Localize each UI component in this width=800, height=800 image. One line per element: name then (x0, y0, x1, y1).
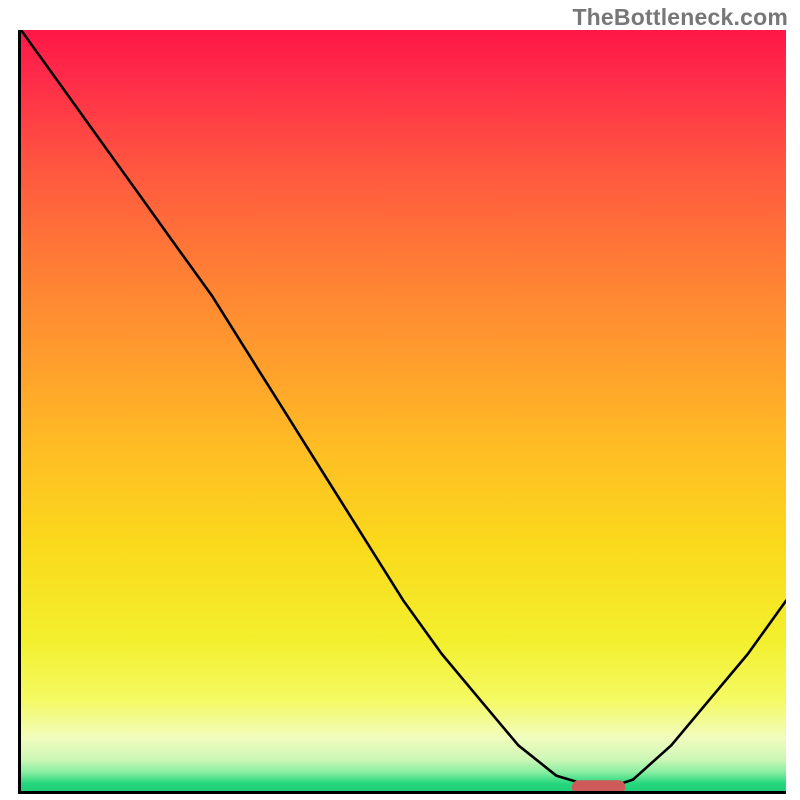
chart-gradient-background (21, 30, 786, 791)
bottleneck-chart (21, 30, 786, 791)
watermark-text: TheBottleneck.com (572, 4, 788, 31)
optimal-point-marker (572, 780, 626, 791)
